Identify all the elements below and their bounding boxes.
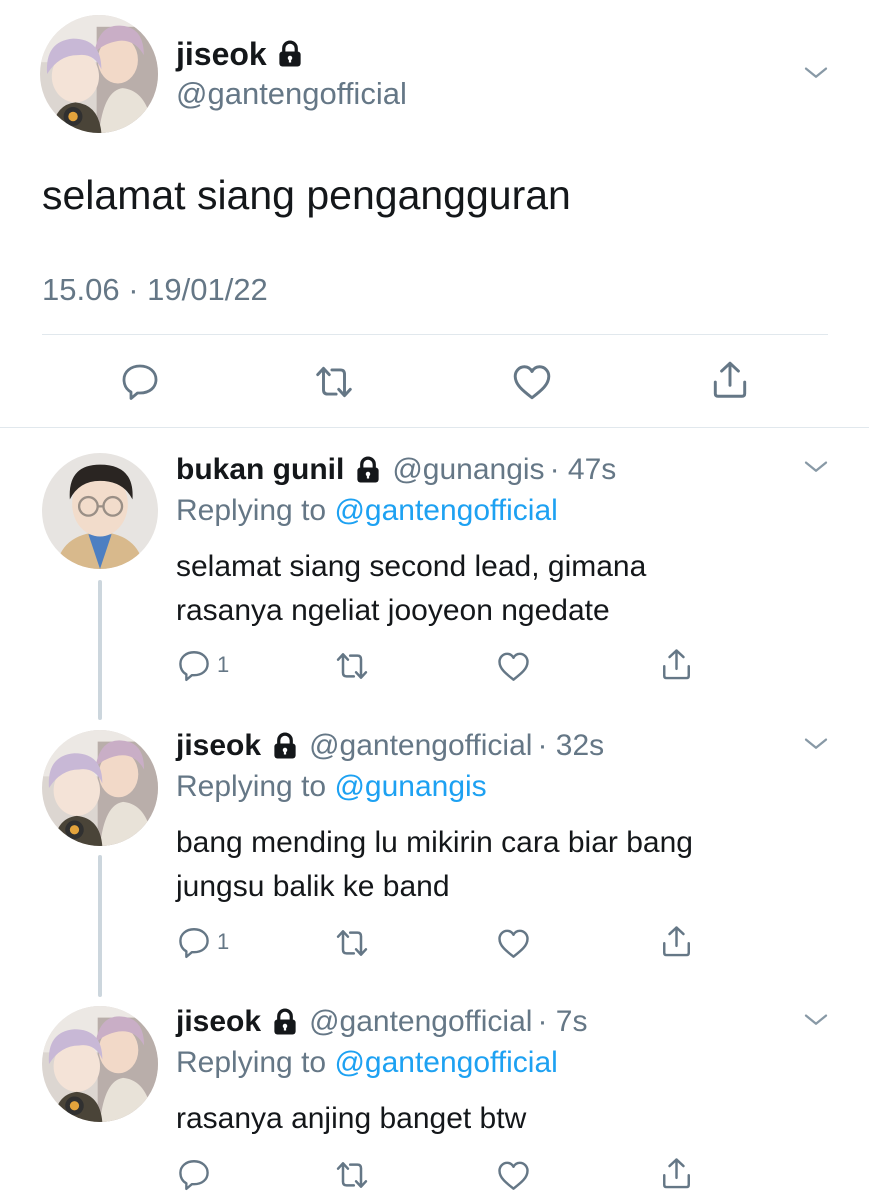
share-icon [659,924,694,959]
share-icon [659,647,694,682]
avatar[interactable] [42,1006,158,1122]
chevron-down-icon[interactable] [801,1005,831,1035]
share-button[interactable] [659,924,694,959]
like-icon [511,361,553,403]
reply-count: 1 [217,652,230,677]
replying-to-link[interactable]: @gantengofficial [334,494,557,527]
like-icon [496,926,531,961]
retweet-button[interactable] [334,1157,370,1193]
like-button[interactable] [511,361,553,403]
reply-time: · 32s [537,729,605,762]
like-icon [496,1158,531,1193]
like-button[interactable] [496,926,531,961]
reply-button[interactable]: 1 [177,648,229,682]
share-icon [709,359,751,401]
avatar[interactable] [42,453,158,569]
handle[interactable]: @gunangis [392,453,544,487]
lock-icon [275,39,305,69]
retweet-button[interactable] [334,925,370,961]
reply-text: selamat siang second lead, gimana rasany… [176,545,646,633]
tweet-text: selamat siang pengangguran [42,172,571,218]
divider [0,427,869,428]
reply-time: · 7s [537,1005,588,1038]
chevron-down-icon[interactable] [801,58,831,88]
handle[interactable]: @gantengofficial [309,1005,532,1039]
replying-to: Replying to @gantengofficial [176,494,558,528]
reply-text-line: rasanya ngeliat jooyeon ngedate [176,594,610,627]
avatar-image [42,1006,158,1122]
reply-icon [177,925,211,959]
replying-label: Replying to [176,770,327,803]
reply-button[interactable]: 1 [177,925,229,959]
display-name[interactable]: jiseok [176,729,261,763]
lock-icon [353,455,383,485]
display-name[interactable]: jiseok [176,36,267,73]
lock-icon [270,731,300,761]
share-button[interactable] [709,359,751,401]
chevron-down-icon[interactable] [801,452,831,482]
replying-to-link[interactable]: @gantengofficial [334,1046,557,1079]
share-button[interactable] [659,1156,694,1191]
chevron-down-icon[interactable] [801,729,831,759]
lock-icon [270,1007,300,1037]
reply-icon [120,361,160,401]
author-name-row: jiseok [176,32,305,76]
handle[interactable]: @gantengofficial [309,729,532,763]
replying-label: Replying to [176,494,327,527]
reply-header: bukan gunil @gunangis · 47s [176,448,616,492]
thread-line [98,580,102,720]
display-name[interactable]: bukan gunil [176,453,344,487]
retweet-icon [334,1157,370,1193]
reply-time: · 47s [549,453,617,486]
reply-count: 1 [217,929,230,954]
reply-text-line: rasanya anjing banget btw [176,1102,527,1135]
retweet-button[interactable] [334,648,370,684]
like-button[interactable] [496,649,531,684]
like-icon [496,649,531,684]
replying-to: Replying to @gantengofficial [176,1046,558,1080]
replying-to: Replying to @gunangis [176,770,487,804]
retweet-icon [313,361,355,403]
avatar-image [42,730,158,846]
reply-text-line: bang mending lu mikirin cara biar bang [176,826,693,859]
share-icon [659,1156,694,1191]
thread-line [98,855,102,997]
retweet-icon [334,648,370,684]
retweet-icon [334,925,370,961]
avatar-image [40,15,158,133]
tweet-timestamp: 15.06 · 19/01/22 [42,272,268,307]
reply-icon [177,648,211,682]
retweet-button[interactable] [313,361,355,403]
reply-text: bang mending lu mikirin cara biar bang j… [176,821,693,909]
like-button[interactable] [496,1158,531,1193]
replying-to-link[interactable]: @gunangis [334,770,486,803]
avatar-image [42,453,158,569]
divider [42,334,828,335]
reply-header: jiseok @gantengofficial · 32s [176,724,604,768]
reply-text-line: selamat siang second lead, gimana [176,550,647,583]
reply-header: jiseok @gantengofficial · 7s [176,1000,587,1044]
display-name[interactable]: jiseok [176,1005,261,1039]
replying-label: Replying to [176,1046,327,1079]
avatar[interactable] [40,15,158,133]
reply-text: rasanya anjing banget btw [176,1097,526,1141]
reply-button[interactable] [120,361,160,401]
reply-text-line: jungsu balik ke band [176,870,450,903]
reply-icon [177,1157,211,1191]
handle[interactable]: @gantengofficial [176,76,407,112]
share-button[interactable] [659,647,694,682]
avatar[interactable] [42,730,158,846]
reply-button[interactable] [177,1157,211,1191]
